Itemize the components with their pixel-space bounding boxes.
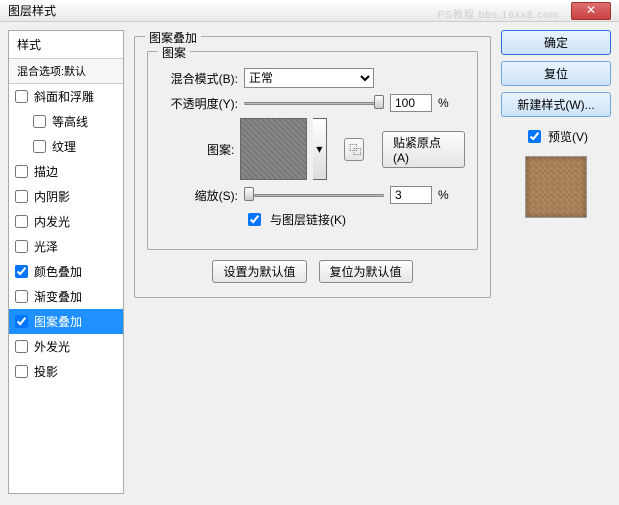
style-item-11[interactable]: 投影 xyxy=(9,359,123,384)
blend-mode-select[interactable]: 正常 xyxy=(244,68,374,88)
settings-panel: 图案叠加 图案 混合模式(B): 正常 不透明度(Y): % 图案: xyxy=(134,30,491,494)
style-item-1[interactable]: 等高线 xyxy=(9,109,123,134)
opacity-input[interactable] xyxy=(390,94,432,112)
blend-options-heading[interactable]: 混合选项:默认 xyxy=(9,59,123,84)
style-checkbox[interactable] xyxy=(33,115,46,128)
new-style-button[interactable]: 新建样式(W)... xyxy=(501,92,611,117)
style-checkbox[interactable] xyxy=(33,140,46,153)
style-item-6[interactable]: 光泽 xyxy=(9,234,123,259)
style-item-3[interactable]: 描边 xyxy=(9,159,123,184)
preview-checkbox[interactable] xyxy=(528,130,541,143)
percent-sign: % xyxy=(438,96,449,110)
style-checkbox[interactable] xyxy=(15,315,28,328)
scale-slider[interactable] xyxy=(244,187,384,203)
snap-origin-button[interactable]: 贴紧原点(A) xyxy=(382,131,465,168)
set-default-button[interactable]: 设置为默认值 xyxy=(212,260,306,283)
pattern-swatch[interactable] xyxy=(240,118,307,180)
link-layer-label: 与图层链接(K) xyxy=(270,211,346,228)
scale-label: 缩放(S): xyxy=(160,187,238,204)
style-item-9[interactable]: 图案叠加 xyxy=(9,309,123,334)
style-item-2[interactable]: 纹理 xyxy=(9,134,123,159)
percent-sign-2: % xyxy=(438,188,449,202)
style-item-8[interactable]: 渐变叠加 xyxy=(9,284,123,309)
inner-title: 图案 xyxy=(158,44,190,61)
style-label: 斜面和浮雕 xyxy=(34,88,94,105)
style-label: 描边 xyxy=(34,163,58,180)
style-item-5[interactable]: 内发光 xyxy=(9,209,123,234)
style-item-7[interactable]: 颜色叠加 xyxy=(9,259,123,284)
styles-heading[interactable]: 样式 xyxy=(9,31,123,59)
styles-list: 样式 混合选项:默认 斜面和浮雕等高线纹理描边内阴影内发光光泽颜色叠加渐变叠加图… xyxy=(8,30,124,494)
style-label: 内发光 xyxy=(34,213,70,230)
ok-button[interactable]: 确定 xyxy=(501,30,611,55)
scale-input[interactable] xyxy=(390,186,432,204)
pattern-label: 图案: xyxy=(160,141,234,158)
style-checkbox[interactable] xyxy=(15,190,28,203)
dialog-content: 样式 混合选项:默认 斜面和浮雕等高线纹理描边内阴影内发光光泽颜色叠加渐变叠加图… xyxy=(0,22,619,502)
pattern-dropdown[interactable]: ▾ xyxy=(313,118,326,180)
style-checkbox[interactable] xyxy=(15,340,28,353)
style-checkbox[interactable] xyxy=(15,215,28,228)
style-label: 投影 xyxy=(34,363,58,380)
titlebar: 图层样式 PS教程 bbs.16xx8.com ✕ xyxy=(0,0,619,22)
reset-default-button[interactable]: 复位为默认值 xyxy=(319,260,413,283)
window-title: 图层样式 xyxy=(8,2,56,19)
style-checkbox[interactable] xyxy=(15,265,28,278)
style-checkbox[interactable] xyxy=(15,165,28,178)
style-label: 渐变叠加 xyxy=(34,288,82,305)
style-item-4[interactable]: 内阴影 xyxy=(9,184,123,209)
style-checkbox[interactable] xyxy=(15,90,28,103)
style-label: 图案叠加 xyxy=(34,313,82,330)
preview-swatch xyxy=(525,156,587,218)
new-pattern-icon[interactable]: ⿻ xyxy=(344,138,364,161)
style-checkbox[interactable] xyxy=(15,365,28,378)
style-checkbox[interactable] xyxy=(15,240,28,253)
style-checkbox[interactable] xyxy=(15,290,28,303)
style-label: 内阴影 xyxy=(34,188,70,205)
style-item-10[interactable]: 外发光 xyxy=(9,334,123,359)
link-layer-checkbox[interactable] xyxy=(248,213,261,226)
opacity-slider[interactable] xyxy=(244,95,384,111)
style-label: 光泽 xyxy=(34,238,58,255)
cancel-button[interactable]: 复位 xyxy=(501,61,611,86)
style-item-0[interactable]: 斜面和浮雕 xyxy=(9,84,123,109)
watermark: PS教程 bbs.16xx8.com xyxy=(438,6,559,21)
preview-label: 预览(V) xyxy=(548,128,588,145)
right-buttons: 确定 复位 新建样式(W)... 预览(V) xyxy=(501,30,611,494)
opacity-label: 不透明度(Y): xyxy=(160,95,238,112)
close-button[interactable]: ✕ xyxy=(571,2,611,20)
style-label: 颜色叠加 xyxy=(34,263,82,280)
blend-mode-label: 混合模式(B): xyxy=(160,70,238,87)
style-label: 纹理 xyxy=(52,138,76,155)
style-label: 等高线 xyxy=(52,113,88,130)
style-label: 外发光 xyxy=(34,338,70,355)
